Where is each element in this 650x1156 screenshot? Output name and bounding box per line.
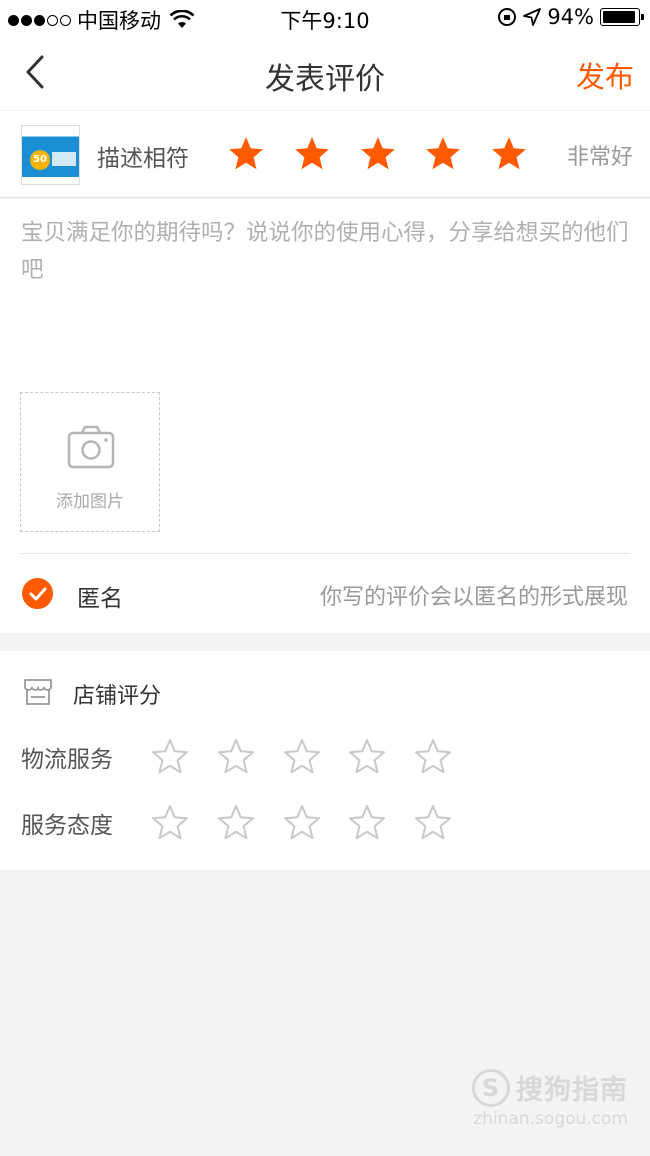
anonymous-hint: 你写的评价会以匿名的形式展现: [319, 585, 628, 610]
product-rating-star-2-icon[interactable]: [292, 134, 332, 174]
service-star-3-icon[interactable]: [282, 803, 322, 843]
logistics-star-1-icon[interactable]: [150, 737, 190, 777]
add-photo-button[interactable]: 添加图片: [20, 392, 160, 532]
page-title: 发表评价: [265, 62, 385, 97]
service-star-4-icon[interactable]: [347, 803, 387, 843]
service-star-1-icon[interactable]: [150, 803, 190, 843]
watermark-logo-icon: S: [472, 1068, 510, 1107]
watermark-text: 搜狗指南: [516, 1075, 628, 1106]
product-thumbnail[interactable]: 50: [21, 125, 80, 185]
rotation-lock-icon: [498, 8, 517, 26]
battery-percent: 94%: [547, 5, 594, 29]
anonymous-label: 匿名: [77, 586, 123, 612]
product-rating-star-3-icon[interactable]: [358, 134, 398, 174]
product-rating-star-4-icon[interactable]: [423, 134, 463, 174]
camera-icon: [67, 425, 115, 469]
thumb-badge: 50: [30, 150, 50, 170]
logistics-label: 物流服务: [21, 747, 113, 773]
watermark-url: zhinan.sogou.com: [473, 1109, 628, 1129]
add-photo-label: 添加图片: [56, 492, 124, 512]
nav-bar: 发表评价 发布: [0, 36, 650, 110]
shop-icon: [24, 679, 52, 705]
logistics-star-3-icon[interactable]: [282, 737, 322, 777]
publish-button[interactable]: 发布: [576, 54, 634, 96]
service-star-5-icon[interactable]: [413, 803, 453, 843]
shop-rating-section: 店铺评分 物流服务 服务态度: [0, 651, 650, 870]
status-bar: 中国移动 下午9:10 94%: [0, 0, 650, 36]
watermark: S 搜狗指南 zhinan.sogou.com: [472, 1068, 628, 1129]
checkmark-icon: [29, 587, 47, 601]
product-rating-star-5-icon[interactable]: [489, 134, 529, 174]
divider: [20, 553, 630, 554]
status-right: 94%: [497, 5, 644, 29]
service-attitude-label: 服务态度: [21, 813, 113, 839]
logistics-star-5-icon[interactable]: [413, 737, 453, 777]
service-star-2-icon[interactable]: [216, 803, 256, 843]
description-match-label: 描述相符: [97, 146, 189, 172]
logistics-star-4-icon[interactable]: [347, 737, 387, 777]
review-section: 宝贝满足你的期待吗？说说你的使用心得，分享给想买的他们吧 添加图片 匿名 你写的…: [0, 199, 650, 633]
shop-rating-title: 店铺评分: [73, 684, 162, 709]
product-rating-star-1-icon[interactable]: [226, 134, 266, 174]
anonymous-checkbox[interactable]: [22, 578, 53, 609]
location-icon: [523, 8, 542, 26]
review-textarea[interactable]: 宝贝满足你的期待吗？说说你的使用心得，分享给想买的他们吧: [21, 215, 631, 289]
battery-icon: [600, 8, 644, 26]
rating-text: 非常好: [566, 145, 633, 170]
logistics-star-2-icon[interactable]: [216, 737, 256, 777]
